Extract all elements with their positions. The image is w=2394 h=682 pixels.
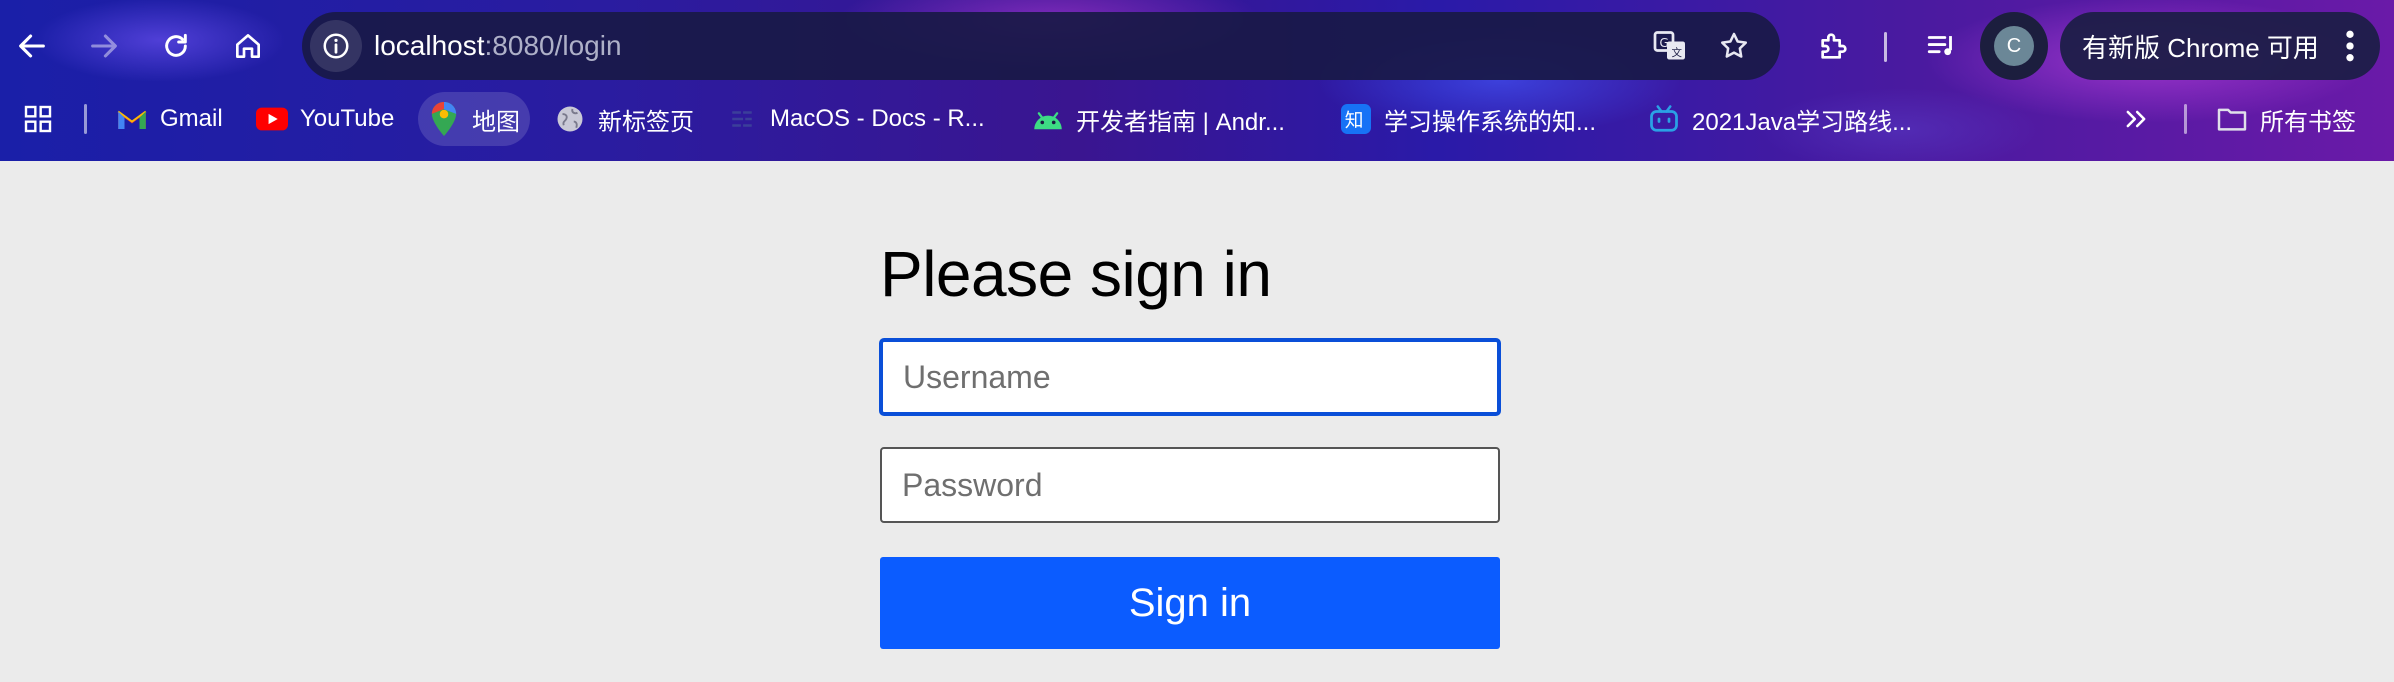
bookmark-label: 开发者指南 | Andr... xyxy=(1076,108,1285,136)
more-vert-icon xyxy=(2346,30,2354,62)
translate-button[interactable]: G文 xyxy=(1646,22,1694,70)
url-host: localhost xyxy=(374,30,485,61)
all-bookmarks-folder[interactable]: 所有书签 xyxy=(2216,92,2356,146)
bookmark-label: YouTube xyxy=(300,105,395,132)
avatar-letter: C xyxy=(1994,26,2034,66)
forward-button[interactable] xyxy=(74,12,134,80)
bookmark-label: 2021Java学习路线... xyxy=(1692,108,1913,136)
docs-icon xyxy=(726,103,758,135)
site-info-button[interactable] xyxy=(310,20,362,72)
bookmark-label: Gmail xyxy=(160,105,223,132)
bookmark-java-roadmap[interactable]: 2021Java学习路线... xyxy=(1648,92,1912,146)
url-text[interactable]: localhost:8080/login xyxy=(374,12,622,80)
bookmark-label: 学习操作系统的知... xyxy=(1384,108,1597,136)
info-icon xyxy=(323,33,349,59)
username-input[interactable] xyxy=(880,339,1500,415)
update-label: 有新版 Chrome 可用 xyxy=(2082,32,2319,63)
bookmark-new-tab[interactable]: 新标签页 xyxy=(554,92,694,146)
toolbar-divider xyxy=(1884,32,1887,62)
bookmark-label: 所有书签 xyxy=(2260,108,2356,136)
media-control-button[interactable] xyxy=(1914,12,1970,80)
back-button[interactable] xyxy=(2,12,62,80)
bilibili-icon xyxy=(1648,103,1680,135)
svg-text:知: 知 xyxy=(1345,110,1364,132)
password-input[interactable] xyxy=(880,447,1500,523)
playlist-icon xyxy=(1927,36,1952,56)
address-bar[interactable]: localhost:8080/login G文 xyxy=(302,12,1780,80)
reload-button[interactable] xyxy=(146,12,206,80)
profile-avatar[interactable]: C xyxy=(1980,12,2048,80)
home-button[interactable] xyxy=(218,12,278,80)
bookmarks-overflow-button[interactable] xyxy=(2122,92,2150,146)
youtube-icon xyxy=(256,103,288,135)
browser-toolbar: localhost:8080/login G文 C 有新版 Chrome 可用 xyxy=(0,12,2394,80)
maps-icon xyxy=(428,102,460,136)
zhihu-icon: 知 xyxy=(1340,103,1372,135)
puzzle-icon xyxy=(1821,33,1847,59)
bookmark-macos-docs[interactable]: MacOS - Docs - R... xyxy=(726,92,985,146)
svg-text:文: 文 xyxy=(1672,46,1683,59)
page-title: Please sign in xyxy=(880,238,1272,310)
chrome-update-button[interactable]: 有新版 Chrome 可用 xyxy=(2060,12,2380,80)
url-path: :8080/login xyxy=(484,30,622,61)
forward-arrow-icon xyxy=(91,34,117,58)
bookmark-youtube[interactable]: YouTube xyxy=(256,92,394,146)
sign-in-button[interactable]: Sign in xyxy=(880,557,1500,649)
bookmark-android-guide[interactable]: 开发者指南 | Andr... xyxy=(1032,92,1285,146)
bookmarks-divider xyxy=(2184,104,2187,134)
bookmark-zhihu[interactable]: 知 学习操作系统的知... xyxy=(1340,92,1596,146)
home-icon xyxy=(236,34,260,58)
star-icon xyxy=(1721,32,1747,58)
folder-icon xyxy=(2216,103,2248,135)
bookmark-label: 地图 xyxy=(472,108,520,136)
double-chevron-right-icon xyxy=(2126,110,2146,128)
globe-icon xyxy=(554,103,586,135)
bookmark-gmail[interactable]: Gmail xyxy=(116,92,223,146)
gmail-icon xyxy=(116,103,148,135)
back-arrow-icon xyxy=(19,34,45,58)
bookmark-label: 新标签页 xyxy=(598,108,694,136)
translate-icon: G文 xyxy=(1653,31,1685,60)
apps-grid-icon xyxy=(24,105,52,133)
reload-icon xyxy=(165,33,187,57)
bookmark-star-button[interactable] xyxy=(1710,22,1758,70)
bookmarks-divider xyxy=(84,104,87,134)
apps-button[interactable] xyxy=(22,92,54,146)
bookmark-maps[interactable]: 地图 xyxy=(418,92,530,146)
bookmark-label: MacOS - Docs - R... xyxy=(770,105,985,132)
android-icon xyxy=(1032,103,1064,135)
extensions-button[interactable] xyxy=(1806,12,1862,80)
svg-text:G: G xyxy=(1660,36,1669,50)
browser-chrome: localhost:8080/login G文 C 有新版 Chrome 可用 xyxy=(0,0,2394,161)
